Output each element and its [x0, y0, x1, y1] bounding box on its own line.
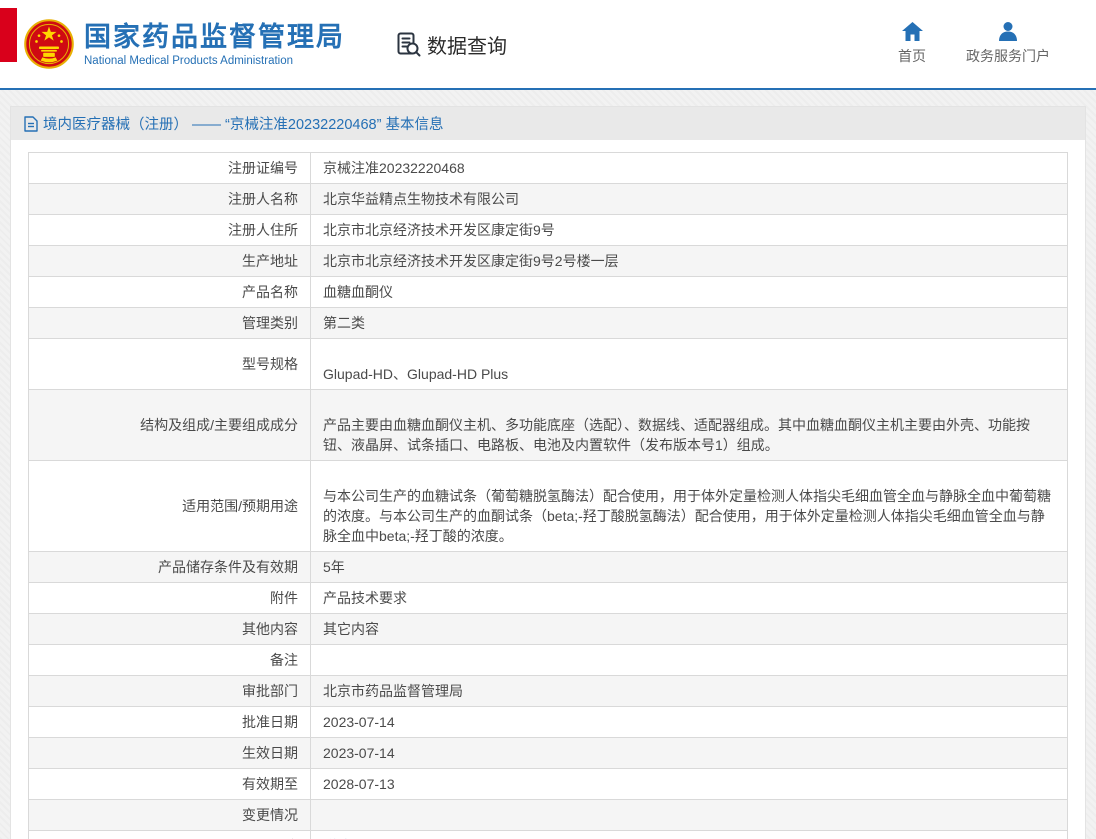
red-edge-bar: [0, 8, 17, 62]
field-value: 2023-07-14: [310, 706, 1068, 738]
field-value: 产品主要由血糖血酮仪主机、多功能底座（选配）、数据线、适配器组成。其中血糖血酮仪…: [310, 389, 1068, 461]
header-nav: 首页 政务服务门户: [898, 22, 1050, 66]
registration-info-table-wrap: 注册证编号 京械注准20232220468 注册人名称 北京华益精点生物技术有限…: [28, 152, 1068, 839]
field-label: 生产地址: [28, 245, 311, 277]
field-label: 注册人名称: [28, 183, 311, 215]
table-row: 备注: [28, 644, 1068, 676]
field-value: 北京华益精点生物技术有限公司: [310, 183, 1068, 215]
field-label-text: 结构及组成/主要组成成分: [140, 417, 298, 433]
table-row: 管理类别 第二类: [28, 307, 1068, 339]
table-row: 审批部门 北京市药品监督管理局: [28, 675, 1068, 707]
document-icon: [24, 115, 38, 132]
field-value: 产品技术要求: [310, 582, 1068, 614]
person-icon: [999, 22, 1017, 41]
table-row: 结构及组成/主要组成成分 产品主要由血糖血酮仪主机、多功能底座（选配）、数据线、…: [28, 389, 1068, 461]
field-label-text: 备注: [270, 652, 298, 668]
field-label: 适用范围/预期用途: [28, 460, 311, 552]
field-label: 注册证编号: [28, 152, 311, 184]
document-search-icon: [397, 32, 421, 56]
site-header: 国家药品监督管理局 National Medical Products Admi…: [0, 0, 1096, 90]
field-label: 审批部门: [28, 675, 311, 707]
field-value: 京械注准20232220468: [310, 152, 1068, 184]
info-table-body: 注册证编号 京械注准20232220468 注册人名称 北京华益精点生物技术有限…: [28, 152, 1068, 839]
field-value: [310, 799, 1068, 831]
table-row: 产品储存条件及有效期 5年: [28, 551, 1068, 583]
field-label-text: 型号规格: [242, 356, 298, 372]
field-value: 第二类: [310, 307, 1068, 339]
table-row: 产品名称 血糖血酮仪: [28, 276, 1068, 308]
field-label-text: 注册人名称: [228, 191, 298, 207]
field-value: 其它内容: [310, 613, 1068, 645]
field-label-text: 生产地址: [242, 253, 298, 269]
table-row: 注册人名称 北京华益精点生物技术有限公司: [28, 183, 1068, 215]
table-row: 生效日期 2023-07-14: [28, 737, 1068, 769]
field-label-text: 附件: [270, 590, 298, 606]
field-label-text: 其他内容: [242, 621, 298, 637]
field-value: 血糖血酮仪: [310, 276, 1068, 308]
field-value: 北京市北京经济技术开发区康定街9号: [310, 214, 1068, 246]
org-name-cn: 国家药品监督管理局: [84, 21, 345, 52]
page-title-bar: 境内医疗器械（注册） —— “京械注准20232220468” 基本信息: [11, 107, 1085, 140]
field-label: 产品名称: [28, 276, 311, 308]
field-label-text: 注册人住所: [228, 222, 298, 238]
registration-info-table: 注册证编号 京械注准20232220468 注册人名称 北京华益精点生物技术有限…: [28, 152, 1068, 839]
field-label: 其他内容: [28, 613, 311, 645]
org-name-en: National Medical Products Administration: [84, 54, 294, 67]
field-label: 注册人住所: [28, 214, 311, 246]
field-value: 2028-07-13: [310, 768, 1068, 800]
field-label-text: 生效日期: [242, 745, 298, 761]
field-label: 生效日期: [28, 737, 311, 769]
table-row: 注册人住所 北京市北京经济技术开发区康定街9号: [28, 214, 1068, 246]
field-label: 注: [28, 830, 311, 839]
nav-item-portal[interactable]: 政务服务门户: [966, 22, 1050, 66]
field-value: Glupad-HD、Glupad-HD Plus: [310, 338, 1068, 390]
table-row: 生产地址 北京市北京经济技术开发区康定街9号2号楼一层: [28, 245, 1068, 277]
table-row: 注 详情: [28, 830, 1068, 839]
table-row: 变更情况: [28, 799, 1068, 831]
page-title: 境内医疗器械（注册） —— “京械注准20232220468” 基本信息: [43, 117, 444, 133]
nav-item-portal-label: 政务服务门户: [966, 48, 1050, 64]
table-row: 批准日期 2023-07-14: [28, 706, 1068, 738]
org-title-block: 国家药品监督管理局 National Medical Products Admi…: [84, 22, 345, 67]
field-label: 变更情况: [28, 799, 311, 831]
field-value: [310, 644, 1068, 676]
field-label-text: 管理类别: [242, 315, 298, 331]
nav-item-home-label: 首页: [898, 48, 926, 64]
field-label-text: 注册证编号: [228, 160, 298, 176]
field-label: 产品储存条件及有效期: [28, 551, 311, 583]
field-label: 型号规格: [28, 338, 311, 390]
home-icon: [901, 22, 923, 41]
field-label-text: 产品名称: [242, 284, 298, 300]
data-query-section[interactable]: 数据查询: [395, 30, 507, 59]
field-label-text: 批准日期: [242, 714, 298, 730]
field-label: 附件: [28, 582, 311, 614]
field-label-text: 产品储存条件及有效期: [158, 559, 298, 575]
field-value: 北京市药品监督管理局: [310, 675, 1068, 707]
table-row: 注册证编号 京械注准20232220468: [28, 152, 1068, 184]
field-value: 2023-07-14: [310, 737, 1068, 769]
field-value: 5年: [310, 551, 1068, 583]
table-row: 有效期至 2028-07-13: [28, 768, 1068, 800]
table-row: 适用范围/预期用途 与本公司生产的血糖试条（葡萄糖脱氢酶法）配合使用，用于体外定…: [28, 460, 1068, 552]
table-row: 其他内容 其它内容: [28, 613, 1068, 645]
data-query-label: 数据查询: [427, 35, 507, 58]
national-emblem-icon: [24, 19, 74, 69]
field-label: 管理类别: [28, 307, 311, 339]
field-value: 北京市北京经济技术开发区康定街9号2号楼一层: [310, 245, 1068, 277]
field-label: 备注: [28, 644, 311, 676]
nav-item-home[interactable]: 首页: [898, 22, 926, 66]
field-label: 结构及组成/主要组成成分: [28, 389, 311, 461]
field-label-text: 审批部门: [242, 683, 298, 699]
table-row: 附件 产品技术要求: [28, 582, 1068, 614]
field-label: 有效期至: [28, 768, 311, 800]
field-label-text: 有效期至: [242, 776, 298, 792]
field-label-text: 适用范围/预期用途: [182, 498, 298, 514]
field-label: 批准日期: [28, 706, 311, 738]
field-label-text: 变更情况: [242, 807, 298, 823]
table-row: 型号规格 Glupad-HD、Glupad-HD Plus: [28, 338, 1068, 390]
field-value: 与本公司生产的血糖试条（葡萄糖脱氢酶法）配合使用，用于体外定量检测人体指尖毛细血…: [310, 460, 1068, 552]
field-value: 详情: [310, 830, 1068, 839]
content-card: 境内医疗器械（注册） —— “京械注准20232220468” 基本信息 注册证…: [10, 106, 1086, 839]
